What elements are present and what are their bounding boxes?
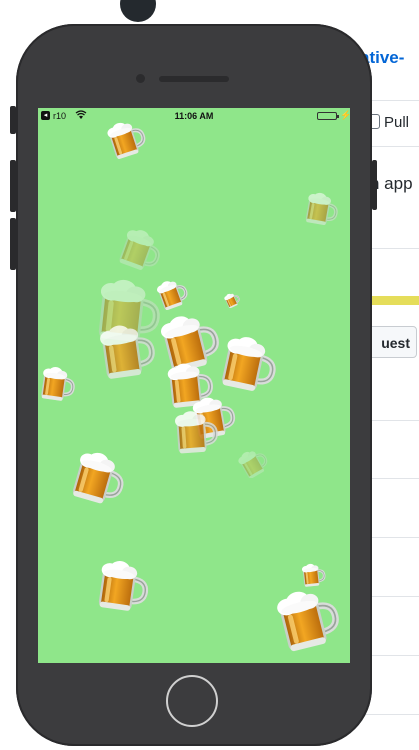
beer-mug-icon — [106, 119, 146, 159]
status-time: 11:06 AM — [174, 111, 214, 121]
volume-up-button[interactable] — [10, 160, 16, 212]
mute-switch[interactable] — [10, 106, 16, 134]
beer-mug-icon — [94, 558, 150, 614]
beer-mug-icon — [218, 334, 278, 394]
beer-mug-icon — [300, 562, 326, 588]
pull-requests-label: Pull — [384, 114, 410, 131]
app-screen[interactable]: ◂ r10 11:06 AM ⚡ — [38, 108, 350, 663]
beer-mug-icon — [96, 321, 156, 381]
beer-mug-icon — [156, 278, 188, 310]
beer-mug-icon — [171, 408, 219, 456]
pull-requests-tab[interactable]: Pull — [368, 114, 409, 131]
beer-mug-icon — [70, 450, 126, 506]
charging-icon: ⚡ — [340, 110, 350, 120]
power-button[interactable] — [372, 160, 377, 210]
beer-mug-icon — [38, 365, 76, 403]
beer-mug-icon — [118, 228, 162, 272]
earpiece-speaker — [159, 76, 229, 82]
status-bar: ◂ r10 11:06 AM ⚡ — [38, 108, 350, 124]
volume-down-button[interactable] — [10, 218, 16, 270]
battery-icon — [317, 112, 339, 120]
beer-mug-icon — [238, 448, 268, 478]
beer-mug-icon — [224, 292, 240, 308]
front-camera-icon — [136, 74, 145, 83]
github-logo-icon — [120, 0, 156, 22]
beer-mug-icon — [274, 586, 340, 652]
home-button[interactable] — [166, 675, 218, 727]
beer-mug-icon — [303, 191, 339, 227]
